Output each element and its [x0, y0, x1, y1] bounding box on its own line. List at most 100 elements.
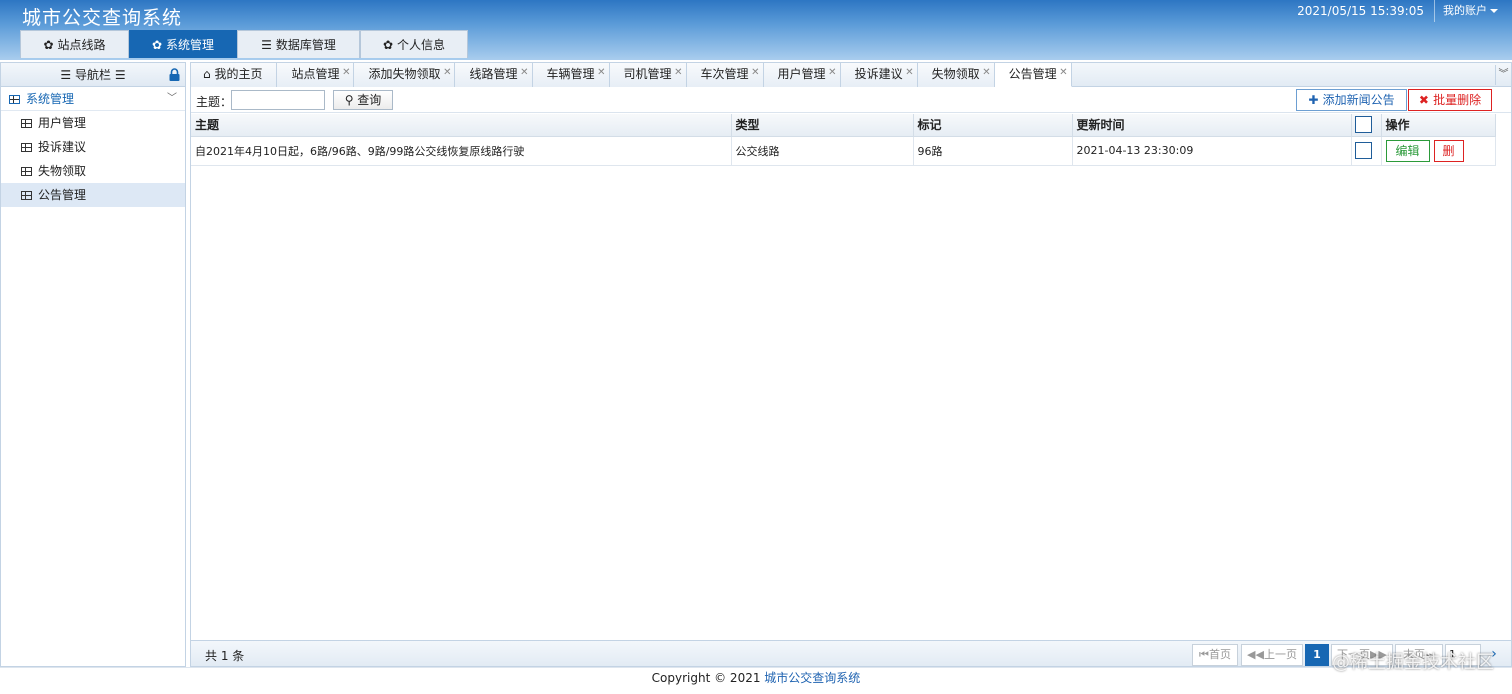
tab-label: 司机管理: [623, 67, 672, 81]
close-icon[interactable]: ✕: [597, 61, 605, 84]
prev-page-button[interactable]: ◀◀上一页: [1241, 644, 1303, 666]
footer-link[interactable]: 城市公交查询系统: [764, 671, 860, 685]
total-count: 共 1 条: [205, 649, 245, 663]
close-icon[interactable]: ✕: [982, 61, 990, 84]
sidebar-item-notices[interactable]: 公告管理: [1, 183, 185, 207]
close-icon[interactable]: ✕: [443, 61, 451, 84]
table-icon: [21, 119, 32, 128]
cell-select: [1351, 136, 1382, 166]
tab-lost-found[interactable]: 失物领取 ✕: [917, 61, 995, 87]
tab-label: 站点管理: [291, 67, 340, 81]
sidebar-item-label: 投诉建议: [38, 140, 87, 154]
main-tab-label: 系统管理: [166, 38, 215, 52]
sidebar-item-label: 用户管理: [38, 116, 87, 130]
batch-delete-button[interactable]: ✖ 批量删除: [1408, 89, 1492, 111]
content-panel: ⌂ 我的主页 站点管理 ✕ 添加失物领取 ✕ 线路管理 ✕ 车辆管理 ✕ 司机管理 ✕ 车…: [190, 62, 1512, 667]
sidebar-group-system[interactable]: 系统管理 ﹀: [1, 87, 185, 111]
sidebar-item-label: 失物领取: [38, 164, 87, 178]
plus-icon: ✚: [1308, 93, 1323, 107]
tab-trips[interactable]: 车次管理 ✕: [686, 61, 764, 87]
close-icon[interactable]: ✕: [1059, 61, 1067, 84]
table-icon: [21, 167, 32, 176]
tab-drivers[interactable]: 司机管理 ✕: [609, 61, 687, 87]
tab-routes[interactable]: 线路管理 ✕: [455, 61, 533, 87]
first-page-button[interactable]: ⏮首页: [1192, 644, 1238, 666]
batch-delete-label: 批量删除: [1433, 93, 1482, 107]
delete-button[interactable]: 删: [1433, 139, 1464, 162]
first-page-label: 首页: [1208, 648, 1231, 661]
column-type[interactable]: 类型: [731, 114, 914, 137]
current-page[interactable]: 1: [1305, 644, 1329, 666]
close-icon[interactable]: ✕: [905, 61, 913, 84]
main-tab-label: 站点线路: [57, 38, 106, 52]
tab-label: 公告管理: [1008, 67, 1057, 81]
tab-complaints[interactable]: 投诉建议 ✕: [840, 61, 918, 87]
gear-icon: ✿: [151, 38, 163, 52]
account-menu[interactable]: 我的账户: [1434, 0, 1512, 22]
home-icon: ⌂: [203, 67, 215, 81]
watermark: @稀土掘金技术社区: [1332, 652, 1494, 673]
sidebar-item-users[interactable]: 用户管理: [1, 111, 185, 135]
tab-add-lost-found[interactable]: 添加失物领取 ✕: [354, 61, 456, 87]
main-tab-stations[interactable]: ✿ 站点线路: [20, 30, 129, 58]
current-datetime: 2021/05/15 15:39:05: [1297, 4, 1424, 18]
column-select: [1351, 114, 1382, 137]
cell-type: 公交线路: [731, 136, 914, 166]
tab-label: 我的主页: [214, 67, 263, 81]
sidebar-header: ☰ 导航栏 ☰: [1, 63, 185, 87]
tab-label: 投诉建议: [854, 67, 903, 81]
table-icon: [21, 143, 32, 152]
x-icon: ✖: [1418, 93, 1434, 107]
notices-table: 主题 类型 标记 更新时间 操作 自2021年4月10日起，6路/96路、9路/…: [191, 114, 1496, 166]
table-row[interactable]: 自2021年4月10日起，6路/96路、9路/99路公交线恢复原线路行驶 公交线…: [191, 136, 1496, 166]
chevron-down-icon: ﹀: [167, 93, 177, 104]
lock-icon[interactable]: [169, 68, 180, 81]
tab-label: 线路管理: [469, 67, 518, 81]
main-tab-system[interactable]: ✿ 系统管理: [129, 30, 237, 58]
tab-label: 失物领取: [931, 67, 980, 81]
row-checkbox[interactable]: [1354, 142, 1372, 159]
tab-home[interactable]: ⌂ 我的主页: [191, 63, 278, 87]
column-actions: 操作: [1381, 114, 1496, 137]
column-updated[interactable]: 更新时间: [1072, 114, 1352, 137]
tab-label: 添加失物领取: [368, 67, 441, 81]
close-icon[interactable]: ✕: [828, 61, 836, 84]
prev-page-label: 上一页: [1263, 648, 1297, 661]
tab-label: 车辆管理: [546, 67, 595, 81]
caret-down-icon: [1490, 9, 1498, 13]
cell-actions: 编辑删: [1381, 136, 1496, 166]
close-icon[interactable]: ✕: [342, 61, 350, 84]
sidebar-item-lost-found[interactable]: 失物领取: [1, 159, 185, 183]
main-tab-database[interactable]: ☰ 数据库管理: [237, 30, 360, 58]
column-subject[interactable]: 主题: [191, 114, 732, 137]
pager: 共 1 条 ⏮首页 ◀◀上一页 1 下一页▶▶ 末页⏭ 1 ›: [191, 640, 1511, 666]
close-icon[interactable]: ✕: [520, 61, 528, 84]
gear-icon: ✿: [382, 38, 394, 52]
close-icon[interactable]: ✕: [751, 61, 759, 84]
sidebar-item-complaints[interactable]: 投诉建议: [1, 135, 185, 159]
tab-label: 用户管理: [777, 67, 826, 81]
tab-vehicles[interactable]: 车辆管理 ✕: [532, 61, 610, 87]
tab-stations[interactable]: 站点管理 ✕: [277, 61, 355, 87]
sidebar-group-label: 系统管理: [26, 92, 75, 106]
edit-button[interactable]: 编辑: [1385, 139, 1430, 162]
search-icon: ⚲: [344, 93, 358, 107]
account-label: 我的账户: [1443, 4, 1487, 17]
sidebar-title: 导航栏: [74, 68, 111, 82]
close-icon[interactable]: ✕: [674, 61, 682, 84]
query-button[interactable]: ⚲ 查询: [333, 90, 393, 110]
prev-page-icon: ◀◀: [1247, 648, 1264, 661]
select-all-checkbox[interactable]: [1354, 116, 1372, 134]
tab-users[interactable]: 用户管理 ✕: [763, 61, 841, 87]
toolbar: 主题： ⚲ 查询 ✚ 添加新闻公告 ✖ 批量删除: [191, 87, 1511, 113]
tab-notices[interactable]: 公告管理 ✕: [994, 61, 1072, 87]
table-header-row: 主题 类型 标记 更新时间 操作: [191, 114, 1496, 137]
column-tag[interactable]: 标记: [913, 114, 1073, 137]
query-button-label: 查询: [357, 93, 382, 107]
add-notice-button[interactable]: ✚ 添加新闻公告: [1296, 89, 1407, 111]
main-tab-profile[interactable]: ✿ 个人信息: [360, 30, 468, 58]
subject-search-input[interactable]: [231, 90, 325, 110]
cell-tag: 96路: [913, 136, 1073, 166]
tabs-more-icon[interactable]: ︾: [1495, 65, 1511, 85]
sidebar-item-label: 公告管理: [38, 188, 87, 202]
